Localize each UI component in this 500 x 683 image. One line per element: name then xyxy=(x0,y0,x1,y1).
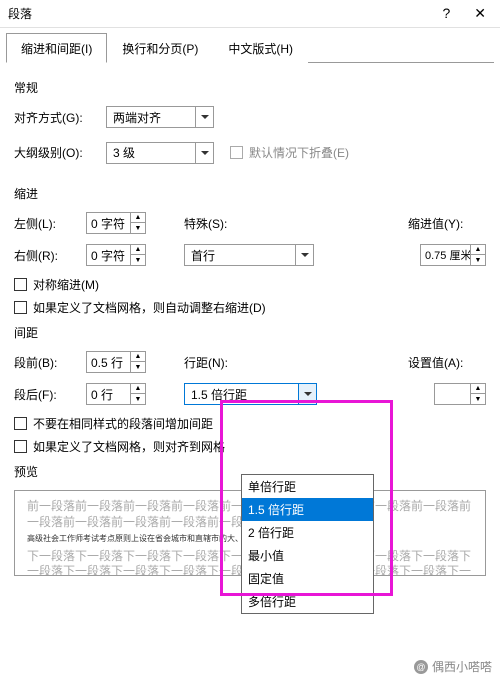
section-general: 常规 xyxy=(14,79,486,96)
tab-chinese-typography[interactable]: 中文版式(H) xyxy=(213,33,308,63)
grid-spacing-label: 如果定义了文档网格，则对齐到网格 xyxy=(33,438,225,455)
outline-combo[interactable]: 3 级 xyxy=(106,142,214,164)
help-button[interactable]: ? xyxy=(436,3,456,24)
nosame-label: 不要在相同样式的段落间增加间距 xyxy=(33,415,213,432)
right-indent-spinner[interactable]: 0 字符 ▲▼ xyxy=(86,244,146,266)
line-spacing-combo[interactable]: 1.5 倍行距 xyxy=(184,383,317,405)
tab-line-page-breaks[interactable]: 换行和分页(P) xyxy=(107,33,213,63)
indent-by-label: 缩进值(Y): xyxy=(408,215,486,232)
spin-up-icon[interactable]: ▲ xyxy=(131,352,145,362)
dropdown-option[interactable]: 固定值 xyxy=(242,567,373,590)
mirror-indent-label: 对称缩进(M) xyxy=(33,276,99,293)
grid-indent-checkbox[interactable] xyxy=(14,301,27,314)
dropdown-option[interactable]: 2 倍行距 xyxy=(242,521,373,544)
at-spinner[interactable]: ▲▼ xyxy=(434,383,486,405)
collapsed-label: 默认情况下折叠(E) xyxy=(249,144,349,161)
alignment-label: 对齐方式(G): xyxy=(14,109,98,126)
line-spacing-label: 行距(N): xyxy=(184,354,264,371)
spin-up-icon[interactable]: ▲ xyxy=(131,213,145,223)
close-button[interactable]: ✕ xyxy=(468,3,492,24)
indent-by-spinner[interactable]: 0.75 厘米 ▲▼ xyxy=(420,244,486,266)
spin-up-icon[interactable]: ▲ xyxy=(471,245,485,255)
section-spacing: 间距 xyxy=(14,324,486,341)
at-label: 设置值(A): xyxy=(408,354,486,371)
section-indent: 缩进 xyxy=(14,185,486,202)
special-label: 特殊(S): xyxy=(184,215,264,232)
spin-down-icon[interactable]: ▼ xyxy=(131,394,145,404)
grid-indent-label: 如果定义了文档网格，则自动调整右缩进(D) xyxy=(33,299,266,316)
watermark: @偶西小嗒嗒 xyxy=(414,658,492,675)
alignment-combo[interactable]: 两端对齐 xyxy=(106,106,214,128)
nosame-checkbox[interactable] xyxy=(14,417,27,430)
spin-down-icon[interactable]: ▼ xyxy=(471,394,485,404)
space-after-label: 段后(F): xyxy=(14,386,78,403)
spin-down-icon[interactable]: ▼ xyxy=(471,255,485,265)
collapsed-checkbox[interactable] xyxy=(230,146,243,159)
chevron-down-icon[interactable] xyxy=(295,245,313,265)
dialog-title: 段落 xyxy=(8,5,32,22)
chevron-down-icon[interactable] xyxy=(298,384,316,404)
special-combo[interactable]: 首行 xyxy=(184,244,314,266)
left-indent-label: 左侧(L): xyxy=(14,215,78,232)
grid-spacing-checkbox[interactable] xyxy=(14,440,27,453)
dropdown-option[interactable]: 单倍行距 xyxy=(242,475,373,498)
left-indent-spinner[interactable]: 0 字符 ▲▼ xyxy=(86,212,146,234)
outline-label: 大纲级别(O): xyxy=(14,144,98,161)
spin-up-icon[interactable]: ▲ xyxy=(131,384,145,394)
line-spacing-dropdown[interactable]: 单倍行距1.5 倍行距2 倍行距最小值固定值多倍行距 xyxy=(241,474,374,614)
chevron-down-icon[interactable] xyxy=(195,143,213,163)
dropdown-option[interactable]: 多倍行距 xyxy=(242,590,373,613)
space-before-label: 段前(B): xyxy=(14,354,78,371)
tab-indent-spacing[interactable]: 缩进和间距(I) xyxy=(6,33,107,63)
space-after-spinner[interactable]: 0 行 ▲▼ xyxy=(86,383,146,405)
spin-down-icon[interactable]: ▼ xyxy=(131,223,145,233)
chevron-down-icon[interactable] xyxy=(195,107,213,127)
spin-down-icon[interactable]: ▼ xyxy=(131,362,145,372)
spin-up-icon[interactable]: ▲ xyxy=(471,384,485,394)
spin-down-icon[interactable]: ▼ xyxy=(131,255,145,265)
dropdown-option[interactable]: 最小值 xyxy=(242,544,373,567)
dropdown-option[interactable]: 1.5 倍行距 xyxy=(242,498,373,521)
mirror-indent-checkbox[interactable] xyxy=(14,278,27,291)
space-before-spinner[interactable]: 0.5 行 ▲▼ xyxy=(86,351,146,373)
spin-up-icon[interactable]: ▲ xyxy=(131,245,145,255)
right-indent-label: 右侧(R): xyxy=(14,247,78,264)
